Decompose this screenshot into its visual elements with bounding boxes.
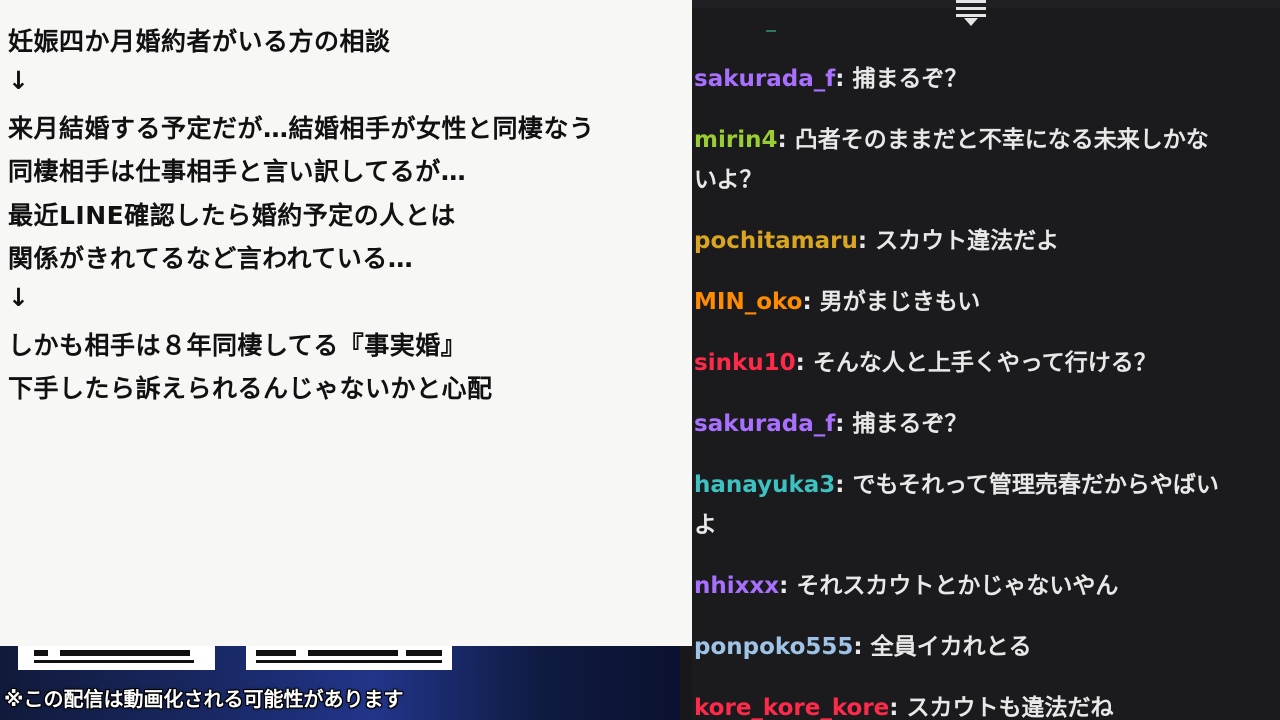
chat-header [692,0,1280,8]
chat-username[interactable]: MIN_oko [694,289,802,315]
chat-message: ponpoko555: 全員イカれとる [694,627,1254,667]
chat-text: よ [694,512,717,538]
panel-line: 来月結婚する予定だが…結婚相手が女性と同棲なう [8,114,595,143]
qr-card [18,646,215,670]
chat-separator: : [853,634,871,660]
chat-text: 捕まるぞ？ [852,66,968,92]
panel-line: 妊娠四か月婚約者がいる方の相談 [8,27,391,56]
qr-code [246,646,452,670]
chat-username[interactable]: ponpoko555 [694,634,853,660]
chat-username[interactable]: sinku10 [694,350,796,376]
chat-message: kore_kore_kore: スカウトも違法だね [694,688,1254,720]
divider [766,30,776,32]
consultation-panel: 妊娠四か月婚約者がいる方の相談 ↓ 来月結婚する予定だが…結婚相手が女性と同棲な… [0,0,692,646]
chat-message: MIN_oko: 男がまじきもい [694,282,1254,322]
chat-username[interactable]: kore_kore_kore [694,695,889,720]
chat-message: pochitamaru: スカウト違法だよ [694,221,1254,261]
chat-separator: : [857,228,876,254]
chat-separator: : [802,289,820,315]
chat-separator: : [835,472,853,498]
chat-text: スカウト違法だよ [875,228,1060,254]
panel-line: 同棲相手は仕事相手と言い訳してるが… [8,157,467,186]
chat-separator: : [835,411,853,437]
chat-message: sakurada_f: 捕まるぞ？ [694,59,1254,99]
chat-username[interactable]: sakurada_f [694,66,835,92]
chat-text: そんな人と上手くやって行ける？ [812,350,1157,376]
chat-separator: : [779,573,797,599]
panel-line: 下手したら訴えられるんじゃないかと心配 [8,374,493,403]
chat-message: sinku10: そんな人と上手くやって行ける？ [694,343,1254,383]
chat-message: hanayuka3: でもそれって管理売春だからやばいよ [694,465,1254,545]
chat-text: 全員イカれとる [870,634,1032,660]
chat-text: スカウトも違法だね [906,695,1114,720]
panel-line: 関係がきれてるなど言われている… [8,244,414,273]
panel-line: ↓ [8,66,30,95]
chat-separator: : [835,66,853,92]
chat-text: それスカウトとかじゃないやん [796,573,1119,599]
chat-message: nhixxx: それスカウトとかじゃないやん [694,566,1254,606]
chat-username[interactable]: nhixxx [694,573,779,599]
chat-username[interactable]: pochitamaru [694,228,858,254]
chat-text: 凸者そのままだと不幸になる未来しかな [794,127,1209,153]
chat-panel: sakurada_f: 捕まるぞ？ mirin4: 凸者そのままだと不幸になる未来… [692,0,1280,720]
chat-text: 男がまじきもい [819,289,981,315]
chat-text: 捕まるぞ？ [852,411,968,437]
archive-notice: ※この配信は動画化される可能性があります [4,687,404,711]
chat-text: でもそれって管理売春だからやばい [852,472,1219,498]
chat-separator: : [777,127,795,153]
chat-message: sakurada_f: 捕まるぞ？ [694,404,1254,444]
chat-separator: : [795,350,813,376]
menu-icon[interactable] [956,0,986,26]
chat-text: いよ？ [694,167,763,193]
chat-username[interactable]: mirin4 [694,127,777,153]
chat-username[interactable]: sakurada_f [694,411,835,437]
panel-line: ↓ [8,283,30,312]
chat-message: mirin4: 凸者そのままだと不幸になる未来しかないよ？ [694,120,1254,200]
panel-line: 最近LINE確認したら婚約予定の人とは [8,201,456,230]
chat-separator: : [889,695,907,720]
panel-line: しかも相手は８年同棲してる『事実婚』 [8,331,467,360]
chat-username[interactable]: hanayuka3 [694,472,835,498]
